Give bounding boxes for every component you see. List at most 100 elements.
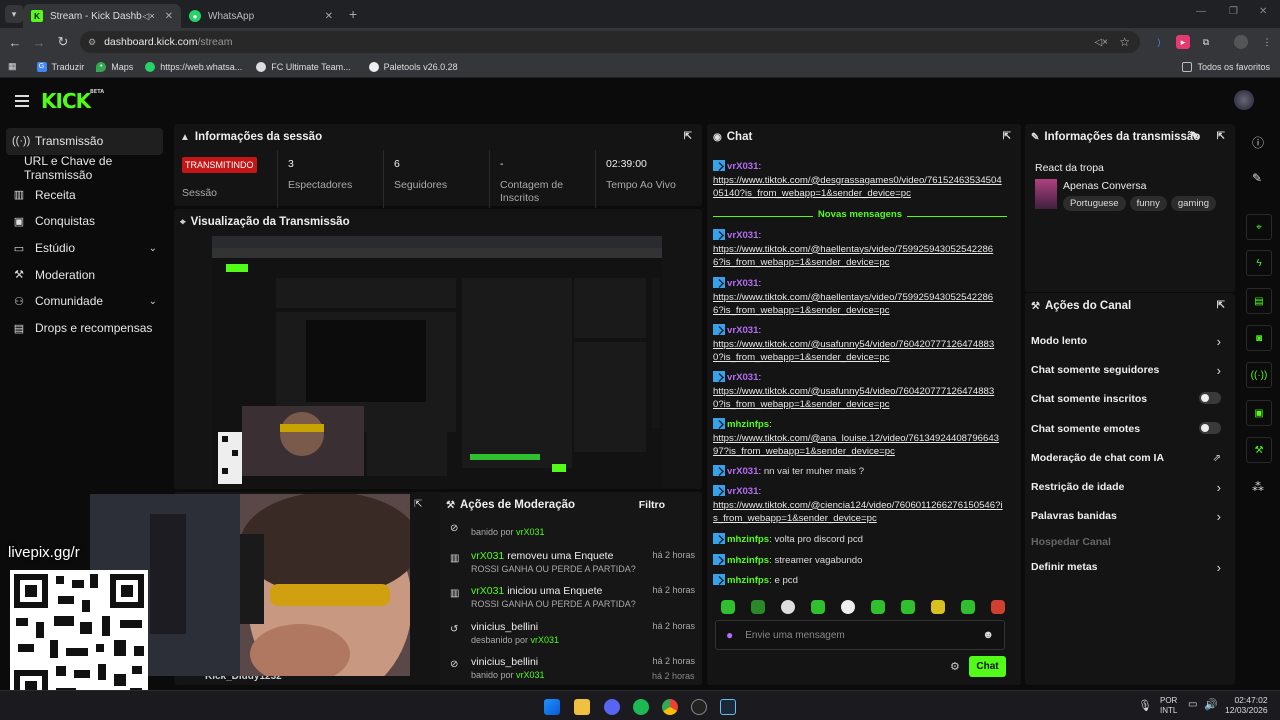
- reload-icon[interactable]: ↻: [51, 34, 75, 50]
- action-host-channel[interactable]: Hospedar Canal: [1031, 536, 1221, 548]
- close-window-icon[interactable]: ✕: [1259, 6, 1267, 17]
- popout-icon[interactable]: ⇱: [1217, 131, 1225, 142]
- chat-username[interactable]: vrX031: [727, 230, 758, 241]
- emote-icon[interactable]: [781, 600, 795, 614]
- action-ai-moderation[interactable]: Moderação de chat com IA ⇗: [1031, 452, 1221, 464]
- audio-off-icon[interactable]: ◁×: [1094, 37, 1108, 48]
- action-age-restriction[interactable]: Restrição de idade ›: [1031, 480, 1221, 495]
- sidebar-item-url-chave[interactable]: URL e Chave de Transmissão: [0, 154, 175, 182]
- mod-user[interactable]: vrX031: [516, 527, 545, 537]
- subscribers-only-toggle[interactable]: [1199, 392, 1221, 404]
- info-circle-icon[interactable]: ⓘ: [1252, 134, 1264, 151]
- mod-action[interactable]: vinicius_bellini: [471, 621, 538, 633]
- chat-username[interactable]: vrX031: [727, 466, 758, 477]
- emoji-icon[interactable]: ☻: [982, 629, 994, 641]
- rail-clip-icon[interactable]: ⌖: [1246, 214, 1272, 240]
- emote-icon[interactable]: [961, 600, 975, 614]
- action-set-goals[interactable]: Definir metas ›: [1031, 560, 1221, 575]
- sidebar-item-receita[interactable]: ▥ Receita: [0, 181, 175, 208]
- chat-link[interactable]: https://www.tiktok.com/@desgrassagames0/…: [713, 175, 1002, 200]
- chat-username[interactable]: mhzinfps: [727, 419, 769, 430]
- chat-username[interactable]: vrX031: [727, 278, 758, 289]
- forward-icon[interactable]: →: [27, 35, 51, 50]
- emote-icon[interactable]: [991, 600, 1005, 614]
- mod-user[interactable]: vrX031: [471, 550, 504, 562]
- filter-button[interactable]: Filtro: [639, 499, 665, 511]
- action-slow-mode[interactable]: Modo lento ›: [1031, 334, 1221, 349]
- bookmark-maps[interactable]: • Maps: [96, 61, 133, 72]
- sidebar-item-drops[interactable]: ▤ Drops e recompensas: [0, 315, 175, 342]
- tag-chip[interactable]: funny: [1129, 196, 1167, 211]
- popout-icon[interactable]: ⇱: [684, 131, 692, 142]
- volume-icon[interactable]: 🔊: [1204, 698, 1218, 711]
- bookmark-whatsapp[interactable]: https://web.whatsa...: [145, 61, 242, 72]
- popout-icon[interactable]: ⇱: [414, 499, 422, 510]
- chat-username[interactable]: vrX031: [727, 372, 758, 383]
- spotify-icon[interactable]: [633, 699, 649, 715]
- chat-username[interactable]: vrX031: [727, 486, 758, 497]
- rail-lightning-icon[interactable]: ϟ: [1246, 250, 1272, 276]
- chat-username[interactable]: vrX031: [727, 325, 758, 336]
- emote-icon[interactable]: [751, 600, 765, 614]
- sidebar-item-moderation[interactable]: ⚒ Moderation: [0, 261, 175, 288]
- emote-icon[interactable]: [841, 600, 855, 614]
- back-icon[interactable]: ←: [3, 35, 27, 50]
- rail-notes-icon[interactable]: ▤: [1246, 288, 1272, 314]
- edit-pencil-icon[interactable]: ✎: [1191, 131, 1199, 142]
- language-indicator[interactable]: POR INTL: [1160, 696, 1177, 716]
- action-followers-only[interactable]: Chat somente seguidores ›: [1031, 363, 1221, 378]
- chrome-icon[interactable]: [662, 699, 678, 715]
- popout-icon[interactable]: ⇱: [1217, 300, 1225, 311]
- edit-pencil-icon[interactable]: ✎: [1252, 171, 1262, 185]
- rail-wrench-icon[interactable]: ⚒: [1246, 437, 1272, 463]
- emotes-only-toggle[interactable]: [1199, 422, 1221, 434]
- bookmark-star-icon[interactable]: ☆: [1119, 35, 1130, 49]
- chat-settings-gear-icon[interactable]: ⚙: [950, 660, 960, 673]
- bookmark-paletools[interactable]: Paletools v26.0.28: [368, 61, 458, 72]
- chat-username[interactable]: mhzinfps: [727, 534, 769, 545]
- tab-close-icon[interactable]: ✕: [325, 11, 333, 22]
- sidebar-item-transmissao[interactable]: ((·)) Transmissão: [6, 128, 163, 155]
- maximize-icon[interactable]: ❐: [1229, 6, 1238, 17]
- chat-link[interactable]: https://www.tiktok.com/@haellentays/vide…: [713, 244, 993, 269]
- all-bookmarks[interactable]: Todos os favoritos: [1182, 61, 1270, 72]
- extension-icon[interactable]: ▸: [1176, 35, 1190, 49]
- discord-icon[interactable]: [604, 699, 620, 715]
- steam-icon[interactable]: [720, 699, 736, 715]
- category-thumbnail[interactable]: [1035, 179, 1057, 209]
- emote-icon[interactable]: [871, 600, 885, 614]
- network-icon[interactable]: ▭: [1188, 699, 1197, 710]
- chat-link[interactable]: https://www.tiktok.com/@usafunny54/video…: [713, 386, 994, 411]
- chat-username[interactable]: vrX031: [727, 161, 758, 172]
- action-banned-words[interactable]: Palavras banidas ›: [1031, 509, 1221, 524]
- tab-whatsapp[interactable]: ● WhatsApp ✕: [181, 4, 341, 28]
- tab-kick-dashboard[interactable]: K Stream - Kick Dashboard ◁× ✕: [23, 4, 181, 28]
- chat-link[interactable]: https://www.tiktok.com/@ana_louise.12/vi…: [713, 433, 999, 458]
- browser-menu-icon[interactable]: ⋮: [1260, 35, 1274, 49]
- mod-user[interactable]: vrX031: [516, 670, 545, 680]
- clock[interactable]: 02:47:02 12/03/2026: [1225, 695, 1268, 715]
- user-avatar[interactable]: [1234, 90, 1254, 110]
- sidebar-item-conquistas[interactable]: ▣ Conquistas: [0, 208, 175, 235]
- mod-user[interactable]: vrX031: [531, 635, 560, 645]
- emote-icon[interactable]: [721, 600, 735, 614]
- tab-search-icon[interactable]: ▾: [5, 5, 23, 23]
- new-tab-icon[interactable]: +: [349, 6, 357, 22]
- chat-link[interactable]: https://www.tiktok.com/@haellentays/vide…: [713, 292, 993, 317]
- address-bar[interactable]: ⚙ dashboard.kick.com/stream ◁× ☆: [80, 31, 1140, 53]
- stream-category[interactable]: Apenas Conversa: [1063, 180, 1146, 192]
- file-explorer-icon[interactable]: [574, 699, 590, 715]
- microphone-icon[interactable]: ●: [726, 628, 733, 642]
- hamburger-menu-icon[interactable]: [15, 92, 29, 110]
- chat-input[interactable]: ● Envie uma mensagem ☻: [715, 620, 1005, 650]
- site-info-icon[interactable]: ⚙: [88, 37, 96, 48]
- windows-start-icon[interactable]: [544, 699, 560, 715]
- emote-icon[interactable]: [901, 600, 915, 614]
- rail-more-icon[interactable]: ⁂: [1252, 480, 1264, 494]
- rail-layout-icon[interactable]: ▣: [1246, 400, 1272, 426]
- chat-username[interactable]: mhzinfps: [727, 555, 769, 566]
- emote-icon[interactable]: [811, 600, 825, 614]
- chat-link[interactable]: https://www.tiktok.com/@ciencia124/video…: [713, 500, 1003, 525]
- tab-close-icon[interactable]: ✕: [165, 11, 173, 22]
- chat-link[interactable]: https://www.tiktok.com/@usafunny54/video…: [713, 339, 994, 364]
